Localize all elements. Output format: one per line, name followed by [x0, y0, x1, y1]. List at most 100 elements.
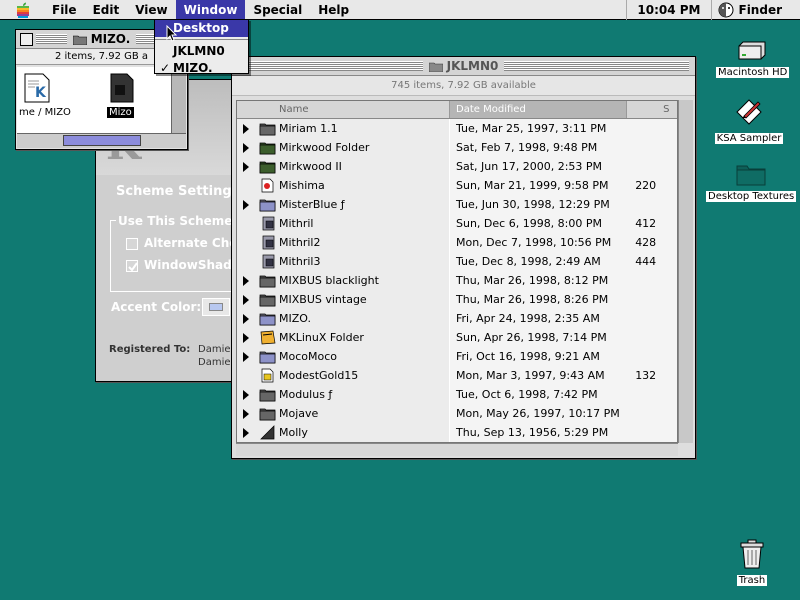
cell-date: Fri, Oct 16, 1998, 9:21 AM — [450, 346, 628, 366]
column-header-name[interactable]: Name — [237, 101, 451, 118]
table-row[interactable]: Mithril3 Tue, Dec 8, 1998, 2:49 AM 444 — [237, 251, 677, 271]
table-row[interactable]: MIXBUS vintage Thu, Mar 26, 1998, 8:26 PM — [237, 289, 677, 309]
accent-color-picker[interactable] — [202, 298, 230, 316]
registered-to-label: Registered To: — [109, 344, 191, 355]
folder-icon — [259, 294, 276, 306]
cell-name: MocoMoco — [237, 346, 450, 366]
table-row[interactable]: Mithril2 Mon, Dec 7, 1998, 10:56 PM 428 — [237, 232, 677, 252]
cell-date: Tue, Dec 8, 1998, 2:49 AM — [450, 251, 628, 271]
alternate-checkbox[interactable] — [126, 238, 138, 250]
file-name: Mithril3 — [279, 254, 321, 268]
macintosh-hd-desktop-icon[interactable]: Macintosh HD — [716, 40, 790, 78]
jklmn0-window[interactable]: JKLMN0 745 items, 7.92 GB available Name… — [231, 56, 696, 459]
mizo-horizontal-scrollbar[interactable] — [17, 133, 186, 148]
menu-help[interactable]: Help — [310, 0, 357, 20]
cell-size — [627, 384, 677, 404]
trash-desktop-icon[interactable]: Trash — [730, 538, 774, 586]
menubar-clock[interactable]: 10:04 PM — [626, 0, 712, 20]
list-item[interactable] — [107, 73, 135, 106]
table-row[interactable]: Molly Thu, Sep 13, 1956, 5:29 PM — [237, 422, 677, 442]
table-row[interactable]: Mithril Sun, Dec 6, 1998, 8:00 PM 412 — [237, 213, 677, 233]
menu-special[interactable]: Special — [245, 0, 310, 20]
table-row[interactable]: MisterBlue ƒ Tue, Jun 30, 1998, 12:29 PM — [237, 194, 677, 214]
disclosure-triangle-icon[interactable] — [243, 351, 249, 362]
table-row[interactable]: MIZO. Fri, Apr 24, 1998, 2:35 AM — [237, 308, 677, 328]
cell-date: Sun, Apr 26, 1998, 7:14 PM — [450, 327, 628, 347]
table-row[interactable]: Mishima Sun, Mar 21, 1999, 9:58 PM 220 — [237, 175, 677, 195]
window-menu-jklmn0[interactable]: JKLMN0 — [155, 43, 248, 60]
file-name: Mithril2 — [279, 235, 321, 249]
disclosure-triangle-icon[interactable] — [243, 123, 249, 134]
menu-file[interactable]: File — [44, 0, 85, 20]
folder-icon — [259, 161, 276, 173]
disclosure-triangle-icon[interactable] — [243, 408, 249, 419]
disclosure-triangle-icon[interactable] — [243, 427, 249, 438]
mizo-item-label-2: Mizo — [107, 107, 134, 118]
disclosure-triangle-icon[interactable] — [243, 294, 249, 305]
app-icon — [110, 73, 134, 103]
file-name: Modulus ƒ — [279, 387, 333, 401]
disclosure-triangle-icon[interactable] — [243, 332, 249, 343]
scheme-heading: Scheme Settings — [116, 184, 240, 199]
table-row[interactable]: Mirkwood Folder Sat, Feb 7, 1998, 9:48 PM — [237, 137, 677, 157]
cell-name: Modulus ƒ — [237, 384, 450, 404]
cell-date: Sat, Feb 7, 1998, 9:48 PM — [450, 137, 628, 157]
cell-name: MIXBUS blacklight — [237, 270, 450, 290]
cell-name: MKLinuX Folder — [237, 327, 450, 347]
menu-window[interactable]: Window — [175, 0, 246, 20]
folder-icon — [259, 408, 276, 420]
table-row[interactable]: Mojave Mon, May 26, 1997, 10:17 PM — [237, 403, 677, 423]
disclosure-triangle-icon[interactable] — [243, 313, 249, 324]
disclosure-triangle-icon[interactable] — [243, 142, 249, 153]
disclosure-triangle-icon[interactable] — [243, 275, 249, 286]
table-row[interactable]: MKLinuX Folder Sun, Apr 26, 1998, 7:14 PM — [237, 327, 677, 347]
cell-size — [627, 327, 677, 347]
table-row[interactable]: MIXBUS blacklight Thu, Mar 26, 1998, 8:12… — [237, 270, 677, 290]
cell-size: 412 — [627, 213, 677, 233]
application-menu[interactable]: Finder — [712, 0, 800, 20]
list-header: Name Date Modified S — [237, 101, 677, 119]
list-item[interactable]: K — [23, 73, 51, 106]
desktop-textures-desktop-icon[interactable]: Desktop Textures — [706, 162, 797, 202]
jklmn0-vertical-scrollbar[interactable] — [678, 100, 693, 443]
menu-bar: File Edit View Window Special Help 10:04… — [0, 0, 800, 20]
menu-edit[interactable]: Edit — [85, 0, 128, 20]
folder-icon — [260, 424, 275, 439]
folder-icon — [260, 330, 276, 344]
table-row[interactable]: Modulus ƒ Tue, Oct 6, 1998, 7:42 PM — [237, 384, 677, 404]
close-box-icon[interactable] — [20, 33, 33, 46]
cell-date: Thu, Mar 26, 1998, 8:26 PM — [450, 289, 628, 309]
column-header-date[interactable]: Date Modified — [450, 101, 628, 118]
ksa-sampler-desktop-icon[interactable]: KSA Sampler — [713, 96, 785, 144]
cell-size: 428 — [627, 232, 677, 252]
table-row[interactable]: Miriam 1.1 Tue, Mar 25, 1997, 3:11 PM — [237, 118, 677, 138]
finder-icon — [718, 2, 733, 18]
cell-date: Sun, Mar 21, 1999, 9:58 PM — [450, 175, 628, 195]
cell-name: Miriam 1.1 — [237, 118, 450, 138]
disclosure-triangle-icon[interactable] — [243, 199, 249, 210]
cell-name: Mishima — [237, 175, 450, 195]
trash-icon — [740, 539, 764, 569]
column-header-size[interactable]: S — [627, 101, 677, 118]
cell-size — [627, 289, 677, 309]
disclosure-triangle-icon[interactable] — [243, 389, 249, 400]
jklmn0-horizontal-scrollbar[interactable] — [236, 443, 678, 456]
apple-menu-icon[interactable] — [10, 0, 36, 20]
window-menu-mizo-label: MIZO. — [173, 61, 213, 75]
file-name: Miriam 1.1 — [279, 121, 338, 135]
cell-date: Thu, Mar 26, 1998, 8:12 PM — [450, 270, 628, 290]
folder-icon — [259, 123, 276, 135]
window-menu-jklmn0-label: JKLMN0 — [173, 44, 225, 58]
table-row[interactable]: ModestGold15 Mon, Mar 3, 1997, 9:43 AM 132 — [237, 365, 677, 385]
mizo-scroll-thumb[interactable] — [63, 135, 141, 146]
windowshade-checkbox[interactable] — [126, 260, 138, 272]
menu-view[interactable]: View — [127, 0, 175, 20]
cell-size: 132 — [627, 365, 677, 385]
disclosure-triangle-icon[interactable] — [243, 161, 249, 172]
table-row[interactable]: Mirkwood II Sat, Jun 17, 2000, 2:53 PM — [237, 156, 677, 176]
desktop-textures-label: Desktop Textures — [706, 191, 797, 202]
jklmn0-title-bar[interactable]: JKLMN0 — [232, 57, 695, 76]
document-icon — [261, 368, 274, 382]
table-row[interactable]: MocoMoco Fri, Oct 16, 1998, 9:21 AM — [237, 346, 677, 366]
window-menu-mizo[interactable]: ✓ MIZO. — [155, 60, 248, 77]
